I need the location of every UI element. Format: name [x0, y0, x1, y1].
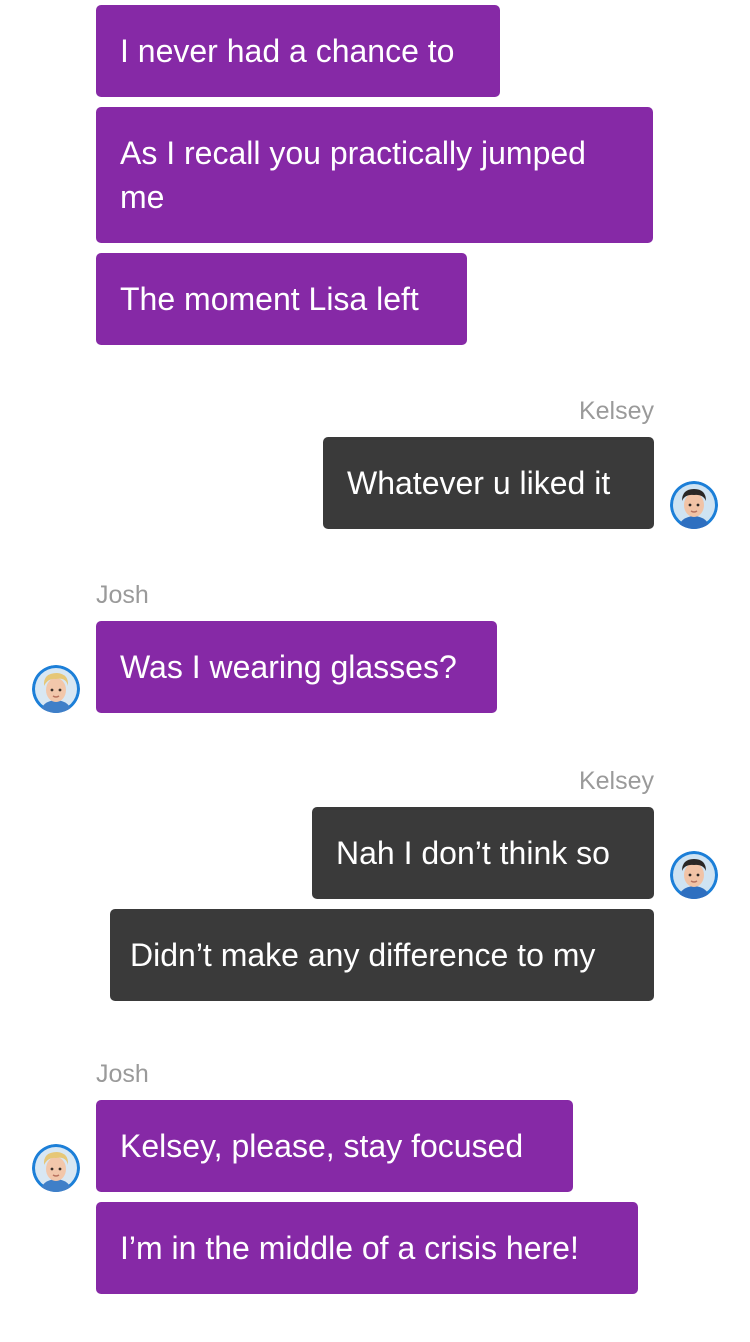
kelsey-avatar[interactable] [670, 481, 718, 529]
message-bubble-incoming[interactable]: I never had a chance to [96, 5, 500, 97]
message-bubble-incoming[interactable]: I’m in the middle of a crisis here! [96, 1202, 638, 1294]
chat-thread[interactable]: I never had a chance to As I recall you … [0, 0, 750, 1342]
sender-name-josh: Josh [96, 1060, 149, 1088]
kelsey-avatar-icon [670, 851, 718, 899]
message-bubble-incoming[interactable]: Was I wearing glasses? [96, 621, 497, 713]
message-bubble-outgoing[interactable]: Didn’t make any difference to my [110, 909, 654, 1001]
sender-name-josh: Josh [96, 581, 149, 609]
message-bubble-incoming[interactable]: The moment Lisa left [96, 253, 467, 345]
josh-avatar-icon [32, 665, 80, 713]
kelsey-avatar[interactable] [670, 851, 718, 899]
sender-name-kelsey: Kelsey [578, 767, 654, 795]
josh-avatar[interactable] [32, 1144, 80, 1192]
message-bubble-outgoing[interactable]: Nah I don’t think so [312, 807, 654, 899]
message-bubble-outgoing[interactable]: Whatever u liked it [323, 437, 654, 529]
josh-avatar-icon [32, 1144, 80, 1192]
sender-name-kelsey: Kelsey [578, 397, 654, 425]
message-bubble-incoming[interactable]: As I recall you practically jumped me [96, 107, 653, 243]
message-bubble-incoming[interactable]: Kelsey, please, stay focused [96, 1100, 573, 1192]
kelsey-avatar-icon [670, 481, 718, 529]
josh-avatar[interactable] [32, 665, 80, 713]
